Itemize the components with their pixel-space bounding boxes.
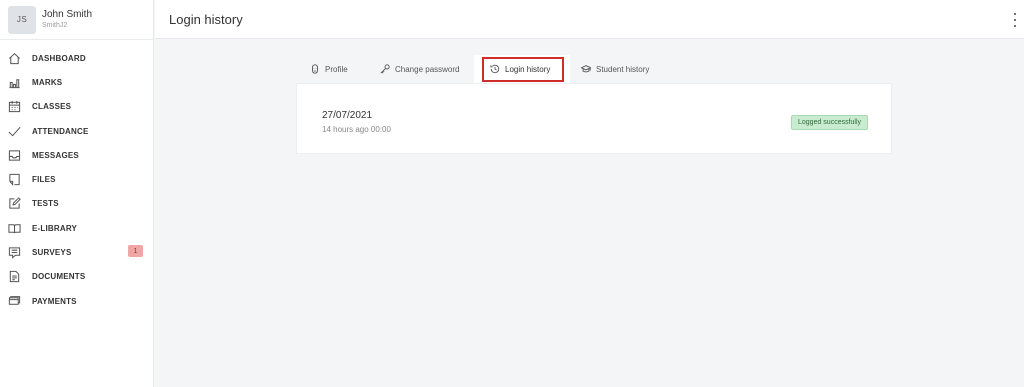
more-options-icon[interactable]	[1012, 13, 1018, 27]
book-icon	[8, 222, 21, 235]
sidebar-item-label: SURVEYS	[32, 248, 72, 258]
sidebar-item-tests[interactable]: TESTS	[0, 192, 153, 216]
sidebar-item-e-library[interactable]: E-LIBRARY	[0, 216, 153, 240]
bar-chart-icon	[8, 76, 21, 89]
sidebar-item-classes[interactable]: CLASSES	[0, 95, 153, 119]
sidebar-item-messages[interactable]: MESSAGES	[0, 143, 153, 167]
survey-icon	[8, 246, 21, 259]
document-icon	[8, 270, 21, 283]
tab-change-password[interactable]: Change password	[366, 55, 474, 83]
sidebar-item-marks[interactable]: MARKS	[0, 70, 153, 94]
sidebar: JS John Smith SmithJ2 DASHBOARD MARKS CL…	[0, 0, 154, 387]
sidebar-item-dashboard[interactable]: DASHBOARD	[0, 46, 153, 70]
sidebar-item-label: MARKS	[32, 77, 63, 87]
entry-date: 27/07/2021	[322, 110, 373, 121]
key-icon	[380, 64, 390, 74]
avatar[interactable]: JS	[8, 5, 36, 34]
page-title: Login history	[169, 11, 243, 27]
sidebar-item-label: PAYMENTS	[32, 296, 77, 306]
calendar-icon	[8, 100, 21, 113]
sidebar-item-files[interactable]: FILES	[0, 167, 153, 191]
sidebar-item-label: TESTS	[32, 199, 59, 209]
entry-time: 14 hours ago 00:00	[322, 125, 391, 134]
sidebar-item-payments[interactable]: PAYMENTS	[0, 289, 153, 313]
sidebar-item-documents[interactable]: DOCUMENTS	[0, 265, 153, 289]
sidebar-item-surveys[interactable]: SURVEYS 1	[0, 240, 153, 264]
user-info: John Smith SmithJ2	[42, 9, 92, 31]
active-tab-highlight	[482, 57, 564, 82]
sidebar-item-label: MESSAGES	[32, 150, 79, 160]
edit-icon	[8, 197, 21, 210]
file-icon	[8, 173, 21, 187]
tab-label: Student history	[596, 64, 650, 74]
inbox-icon	[8, 149, 21, 162]
sidebar-item-label: CLASSES	[32, 102, 72, 112]
graduation-cap-icon	[581, 65, 591, 73]
user-login: SmithJ2	[42, 21, 68, 29]
tab-bar: Profile Change password Login history St…	[296, 55, 670, 83]
sidebar-item-label: DASHBOARD	[32, 53, 86, 63]
top-bar: Login history	[155, 0, 1024, 39]
tab-label: Change password	[395, 64, 460, 74]
status-badge: Logged successfully	[791, 115, 869, 130]
payments-icon	[8, 295, 21, 308]
notification-badge: 1	[128, 245, 143, 258]
user-name: John Smith	[42, 8, 93, 20]
checkmark-icon	[8, 125, 21, 138]
tab-profile[interactable]: Profile	[296, 55, 366, 83]
tab-student-history[interactable]: Student history	[570, 55, 670, 83]
tab-login-history[interactable]: Login history	[474, 55, 570, 83]
sidebar-item-label: ATTENDANCE	[32, 126, 89, 136]
sidebar-item-label: E-LIBRARY	[32, 223, 78, 233]
login-history-list: 27/07/2021 14 hours ago 00:00 Logged suc…	[296, 83, 892, 154]
home-icon	[8, 52, 21, 65]
tab-label: Profile	[325, 64, 348, 74]
sidebar-item-label: DOCUMENTS	[32, 272, 86, 282]
sidebar-item-label: FILES	[32, 175, 56, 185]
sidebar-nav: DASHBOARD MARKS CLASSES ATTENDANCE MESSA…	[0, 40, 153, 313]
face-icon	[312, 64, 318, 74]
user-panel[interactable]: JS John Smith SmithJ2	[0, 0, 153, 40]
sidebar-item-attendance[interactable]: ATTENDANCE	[0, 119, 153, 143]
